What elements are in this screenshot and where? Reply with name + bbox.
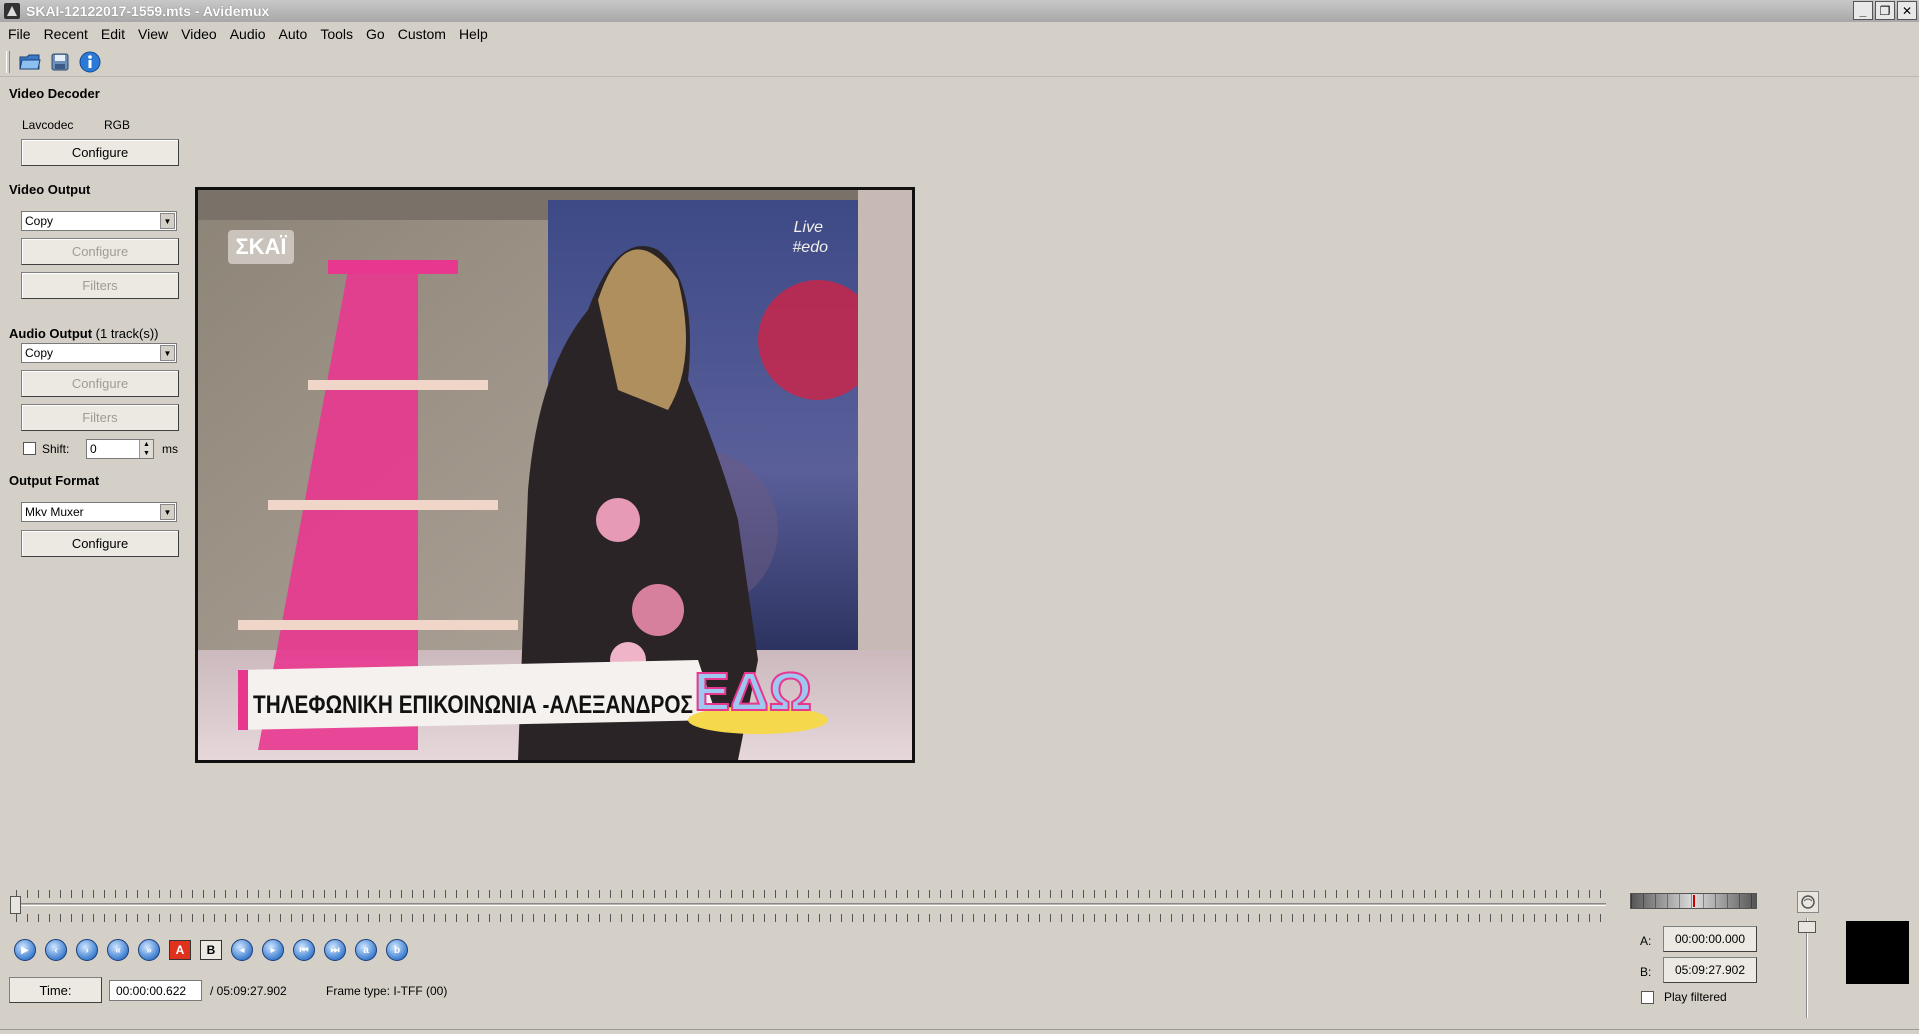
- go-to-marker-b-icon[interactable]: b: [386, 939, 408, 961]
- set-marker-a-button[interactable]: A: [169, 940, 191, 960]
- timeline-ticks-bottom: [16, 914, 1606, 922]
- previous-black-frame-icon[interactable]: ◂: [231, 939, 253, 961]
- play-filtered-label: Play filtered: [1664, 990, 1727, 1004]
- menu-view[interactable]: View: [132, 24, 175, 44]
- menu-recent[interactable]: Recent: [38, 24, 95, 44]
- chevron-down-icon[interactable]: ▼: [160, 504, 175, 520]
- audio-meter-display: [1846, 921, 1909, 984]
- minimize-button[interactable]: _: [1853, 1, 1873, 20]
- jog-shuttle[interactable]: [1630, 893, 1757, 909]
- shift-checkbox[interactable]: [23, 442, 36, 455]
- total-duration: / 05:09:27.902: [210, 984, 287, 998]
- title-bar: SKAI-12122017-1559.mts - Avidemux _ ❐ ✕: [0, 0, 1919, 22]
- first-frame-icon[interactable]: ⏮: [293, 939, 315, 961]
- restore-button[interactable]: ❐: [1875, 1, 1895, 20]
- video-codec-select[interactable]: Copy ▼: [21, 211, 177, 231]
- chevron-down-icon[interactable]: ▼: [160, 345, 175, 361]
- shift-label: Shift:: [42, 442, 70, 456]
- play-filtered-checkbox[interactable]: [1641, 991, 1654, 1004]
- video-decoder-configure-button[interactable]: Configure: [21, 139, 179, 166]
- status-bar: [0, 1029, 1919, 1034]
- frame-type: Frame type: I-TFF (00): [326, 984, 448, 998]
- audio-output-title: Audio Output (1 track(s)): [9, 326, 159, 341]
- shift-spinbox[interactable]: 0 ▲ ▼: [86, 439, 154, 459]
- live-label: Live: [794, 219, 823, 236]
- video-frame-image: ΣΚΑΪ Live #edo ΤΗΛΕΦΩΝΙΚΗ ΕΠΙΚΟΙΝΩΝΙΑ -Α…: [198, 190, 912, 760]
- decoder-name: Lavcodec: [22, 118, 74, 132]
- last-frame-icon[interactable]: ⏭: [324, 939, 346, 961]
- marker-b-time[interactable]: 05:09:27.902: [1663, 957, 1757, 983]
- muxer-value: Mkv Muxer: [25, 505, 84, 519]
- audio-codec-select[interactable]: Copy ▼: [21, 343, 177, 363]
- timeline-ticks-top: [16, 890, 1606, 898]
- spin-arrows-icon[interactable]: ▲ ▼: [139, 440, 153, 458]
- menu-help[interactable]: Help: [453, 24, 495, 44]
- play-icon[interactable]: ▶: [14, 939, 36, 961]
- next-black-frame-icon[interactable]: ▸: [262, 939, 284, 961]
- time-button[interactable]: Time:: [9, 977, 102, 1003]
- menu-edit[interactable]: Edit: [95, 24, 132, 44]
- output-format-title: Output Format: [9, 473, 100, 488]
- menu-video[interactable]: Video: [175, 24, 224, 44]
- audio-output-configure-button[interactable]: Configure: [21, 370, 179, 397]
- shift-unit: ms: [162, 442, 178, 456]
- window-controls: _ ❐ ✕: [1853, 1, 1917, 20]
- audio-output-label: Audio Output: [9, 326, 93, 341]
- marker-a-time[interactable]: 00:00:00.000: [1663, 926, 1757, 952]
- audio-filters-button[interactable]: Filters: [21, 404, 179, 431]
- menu-custom[interactable]: Custom: [392, 24, 453, 44]
- video-preview[interactable]: ΣΚΑΪ Live #edo ΤΗΛΕΦΩΝΙΚΗ ΕΠΙΚΟΙΝΩΝΙΑ -Α…: [195, 187, 915, 763]
- open-folder-icon[interactable]: [18, 50, 42, 74]
- toolbar: [0, 47, 1919, 77]
- audio-track-count: (1 track(s)): [95, 326, 159, 341]
- video-output-title: Video Output: [9, 182, 91, 197]
- set-marker-b-button[interactable]: B: [200, 940, 222, 960]
- volume-slider-thumb[interactable]: [1798, 921, 1816, 933]
- video-decoder-title: Video Decoder: [9, 86, 100, 101]
- show-logo: ΕΔΩ: [694, 662, 812, 722]
- next-frame-icon[interactable]: ›: [76, 939, 98, 961]
- menu-bar: File Recent Edit View Video Audio Auto T…: [0, 23, 495, 45]
- avidemux-window: SKAI-12122017-1559.mts - Avidemux _ ❐ ✕ …: [0, 0, 1919, 1034]
- current-time-field[interactable]: 00:00:00.622: [109, 980, 202, 1001]
- save-icon[interactable]: [48, 50, 72, 74]
- menu-go[interactable]: Go: [360, 24, 392, 44]
- video-filters-button[interactable]: Filters: [21, 272, 179, 299]
- menu-file[interactable]: File: [2, 24, 38, 44]
- previous-frame-icon[interactable]: ‹: [45, 939, 67, 961]
- marker-a-label: A:: [1640, 934, 1652, 948]
- previous-keyframe-icon[interactable]: «: [107, 939, 129, 961]
- muxer-select[interactable]: Mkv Muxer ▼: [21, 502, 177, 522]
- menu-tools[interactable]: Tools: [314, 24, 360, 44]
- decoder-colorspace: RGB: [104, 118, 131, 132]
- timeline-thumb[interactable]: [10, 896, 21, 914]
- info-icon[interactable]: [78, 50, 102, 74]
- navigation-toolbar: ▶ ‹ › « » A B ◂ ▸ ⏮ ⏭ a b: [14, 938, 417, 962]
- jog-center-mark: [1693, 895, 1695, 907]
- audio-codec-value: Copy: [25, 346, 54, 360]
- video-output-configure-button[interactable]: Configure: [21, 238, 179, 265]
- volume-icon[interactable]: [1797, 891, 1819, 913]
- chevron-down-icon[interactable]: ▼: [160, 213, 175, 229]
- menu-audio[interactable]: Audio: [224, 24, 273, 44]
- video-codec-value: Copy: [25, 214, 54, 228]
- timeline-slider[interactable]: [10, 885, 1606, 925]
- caption-text: ΤΗΛΕΦΩΝΙΚΗ ΕΠΙΚΟΙΝΩΝΙΑ -ΑΛΕΞΑΝΔΡΟΣ: [253, 691, 693, 719]
- next-keyframe-icon[interactable]: »: [138, 939, 160, 961]
- volume-slider-track[interactable]: [1806, 918, 1808, 1018]
- timeline-track[interactable]: [10, 903, 1606, 906]
- toolbar-grip[interactable]: [6, 50, 10, 73]
- channel-logo: ΣΚΑΪ: [235, 234, 287, 259]
- avidemux-app-icon[interactable]: [4, 3, 20, 19]
- shift-value: 0: [90, 442, 97, 456]
- hashtag-label: #edo: [792, 239, 828, 256]
- go-to-marker-a-icon[interactable]: a: [355, 939, 377, 961]
- window-title: SKAI-12122017-1559.mts - Avidemux: [26, 3, 270, 19]
- close-button[interactable]: ✕: [1897, 1, 1917, 20]
- menu-auto[interactable]: Auto: [273, 24, 315, 44]
- output-format-configure-button[interactable]: Configure: [21, 530, 179, 557]
- marker-b-label: B:: [1640, 965, 1652, 979]
